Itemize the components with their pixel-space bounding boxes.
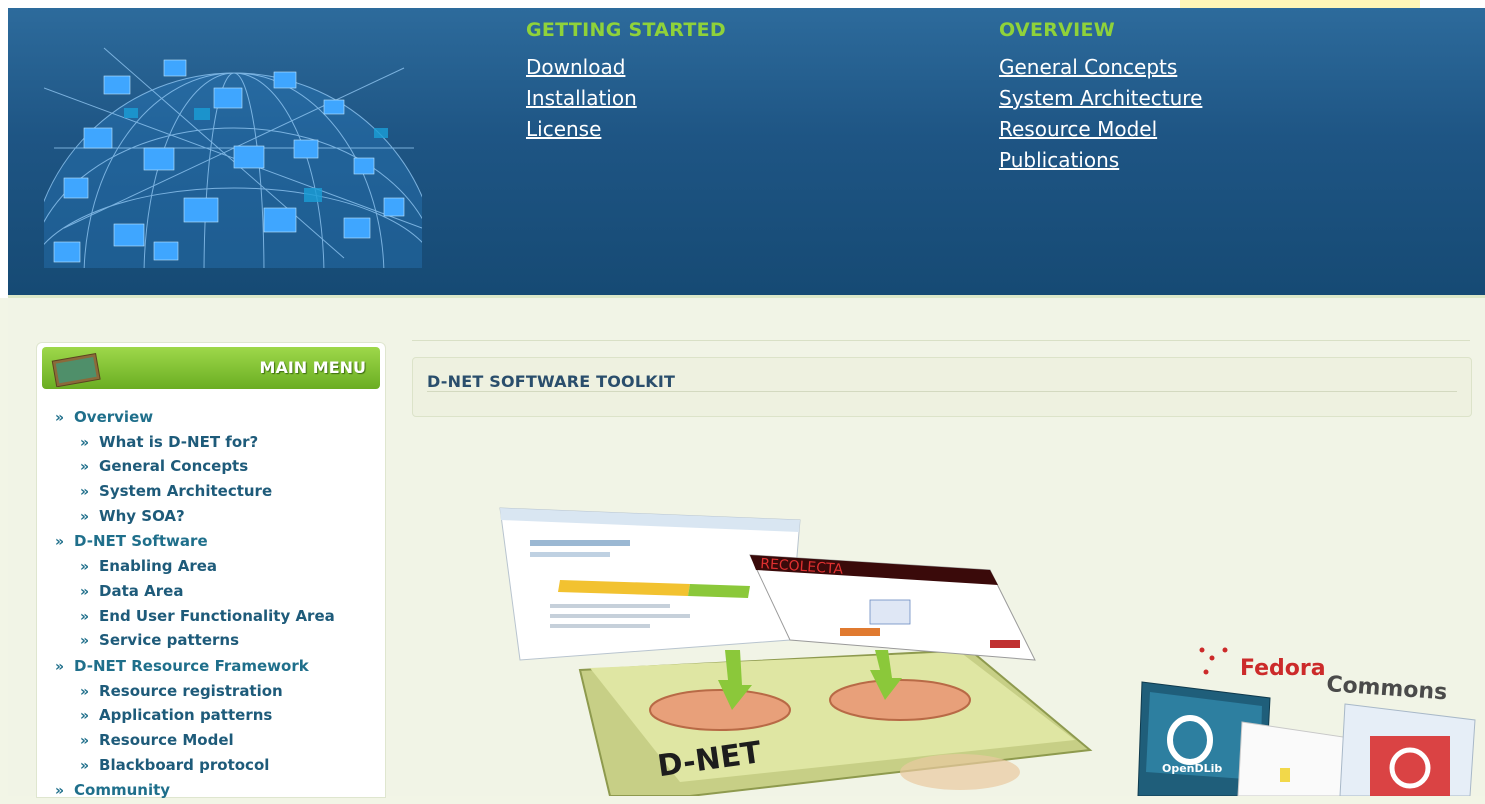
publications-link[interactable]: Publications — [999, 148, 1202, 173]
menu-item-service-patterns[interactable]: » Service patterns — [55, 629, 335, 654]
section-title: D-NET SOFTWARE TOOLKIT — [427, 372, 676, 391]
section-title-box: D-NET SOFTWARE TOOLKIT — [412, 357, 1472, 417]
bullet-icon: » — [80, 559, 90, 576]
left-strip — [0, 8, 8, 298]
menu-item-label: Service patterns — [99, 631, 240, 650]
menu-item-label: Resource Model — [99, 730, 234, 749]
top-glow — [1180, 0, 1420, 8]
dnet-toolkit-illustration: D-NET RECOLECTA Fedora Commons OpenDLib — [499, 507, 1476, 796]
bullet-icon: » — [80, 757, 90, 774]
bullet-icon: » — [80, 508, 90, 525]
recolecta-screen: RECOLECTA — [749, 554, 1036, 661]
menu-item-label: Community — [74, 781, 171, 800]
bullet-icon: » — [80, 732, 90, 749]
menu-item-system-architecture[interactable]: » System Architecture — [55, 480, 335, 505]
menu-item-what-is-dnet[interactable]: » What is D-NET for? — [55, 431, 335, 456]
bullet-icon: » — [55, 410, 65, 426]
menu-item-label: Blackboard protocol — [99, 755, 270, 774]
bullet-icon: » — [80, 583, 90, 600]
section-title-rule — [427, 391, 1457, 392]
menu-item-label: Overview — [74, 408, 154, 426]
repository-box — [1237, 721, 1351, 796]
menu-item-label: D-NET Software — [74, 532, 208, 551]
menu-item-enabling-area[interactable]: » Enabling Area — [55, 555, 335, 580]
portal-screen-left — [499, 507, 801, 661]
menu-item-label: D-NET Resource Framework — [74, 656, 309, 675]
main-menu: MAIN MENU » Overview » What is D-NET for? … — [36, 342, 386, 799]
menu-item-end-user-functionality[interactable]: » End User Functionality Area — [55, 605, 335, 630]
bullet-icon: » — [55, 658, 65, 675]
menu-item-label: What is D-NET for? — [99, 432, 259, 451]
download-link[interactable]: Download — [526, 55, 726, 80]
resource-model-link[interactable]: Resource Model — [999, 117, 1202, 142]
bullet-icon: » — [55, 783, 65, 800]
general-concepts-link[interactable]: General Concepts — [999, 55, 1202, 80]
overview-heading: OVERVIEW — [999, 19, 1116, 41]
menu-item-label: Application patterns — [99, 706, 273, 725]
fedora-label: Fedora — [1240, 656, 1326, 681]
menu-item-label: Resource registration — [99, 681, 283, 700]
menu-item-label: System Architecture — [99, 482, 273, 501]
main-menu-title: MAIN MENU — [259, 358, 366, 377]
puzzle-box — [1339, 703, 1476, 796]
license-link[interactable]: License — [526, 117, 726, 142]
network-globe-logo[interactable] — [44, 28, 422, 268]
bullet-icon: » — [80, 434, 90, 451]
installation-link[interactable]: Installation — [526, 86, 726, 111]
bullet-icon: » — [80, 459, 90, 476]
bullet-icon: » — [80, 608, 90, 625]
menu-item-application-patterns[interactable]: » Application patterns — [55, 704, 335, 729]
menu-item-label: End User Functionality Area — [99, 606, 335, 625]
main-menu-header: MAIN MENU — [42, 347, 380, 389]
getting-started-heading: GETTING STARTED — [526, 19, 726, 41]
menu-item-label: Why SOA? — [99, 506, 185, 525]
platform-base: D-NET — [578, 648, 1093, 796]
bullet-icon: » — [80, 708, 90, 725]
bullet-icon: » — [55, 534, 65, 551]
getting-started-nav: GETTING STARTED Download Installation Li… — [526, 19, 726, 148]
content-divider — [412, 340, 1470, 341]
menu-item-label: Data Area — [99, 581, 184, 600]
menu-item-blackboard-protocol[interactable]: » Blackboard protocol — [55, 754, 335, 779]
top-strip — [0, 0, 1485, 8]
menu-item-label: Enabling Area — [99, 557, 218, 576]
menu-item-general-concepts[interactable]: » General Concepts — [55, 455, 335, 480]
menu-item-data-area[interactable]: » Data Area — [55, 580, 335, 605]
bullet-icon: » — [80, 484, 90, 501]
menu-item-label: General Concepts — [99, 457, 249, 476]
menu-item-resource-model[interactable]: » Resource Model — [55, 729, 335, 754]
overview-nav: OVERVIEW General Concepts System Archite… — [999, 19, 1202, 179]
bullet-icon: » — [80, 633, 90, 650]
system-architecture-link[interactable]: System Architecture — [999, 86, 1202, 111]
menu-item-dnet-software[interactable]: » D-NET Software — [55, 530, 335, 555]
menu-item-community[interactable]: » Community — [55, 779, 335, 804]
menu-item-overview[interactable]: » Overview — [55, 406, 335, 431]
commons-label: Commons — [1326, 672, 1448, 705]
bullet-icon: » — [80, 683, 90, 700]
menu-item-why-soa[interactable]: » Why SOA? — [55, 505, 335, 530]
menu-item-resource-framework[interactable]: » D-NET Resource Framework — [55, 655, 335, 680]
menu-item-resource-registration[interactable]: » Resource registration — [55, 680, 335, 705]
chalkboard-icon — [51, 352, 101, 387]
main-menu-list: » Overview » What is D-NET for? » General C… — [55, 405, 335, 804]
